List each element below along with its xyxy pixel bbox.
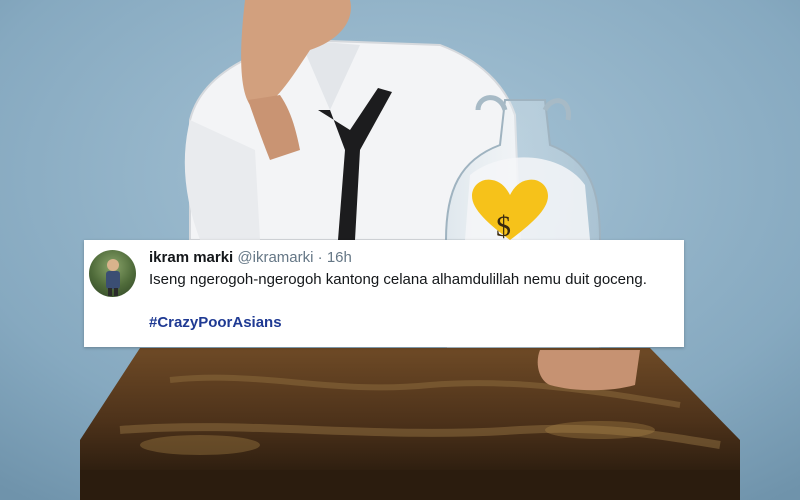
tweet-header: ikram marki @ikramarki · 16h	[149, 248, 352, 268]
tweet-card[interactable]: ikram marki @ikramarki · 16h Iseng ngero…	[84, 240, 684, 347]
author-name[interactable]: ikram marki	[149, 249, 233, 266]
avatar[interactable]	[89, 250, 136, 297]
author-handle[interactable]: @ikramarki	[237, 249, 313, 266]
dollar-sign: $	[496, 210, 511, 243]
separator: ·	[317, 249, 323, 266]
wooden-table	[80, 348, 740, 500]
hashtag-link[interactable]: #CrazyPoorAsians	[149, 313, 282, 333]
avatar-photo	[106, 259, 120, 296]
tweet-text: Iseng ngerogoh-ngerogoh kantong celana a…	[149, 271, 647, 288]
hand-on-jar	[537, 350, 640, 391]
tweet-time[interactable]: 16h	[327, 249, 352, 266]
